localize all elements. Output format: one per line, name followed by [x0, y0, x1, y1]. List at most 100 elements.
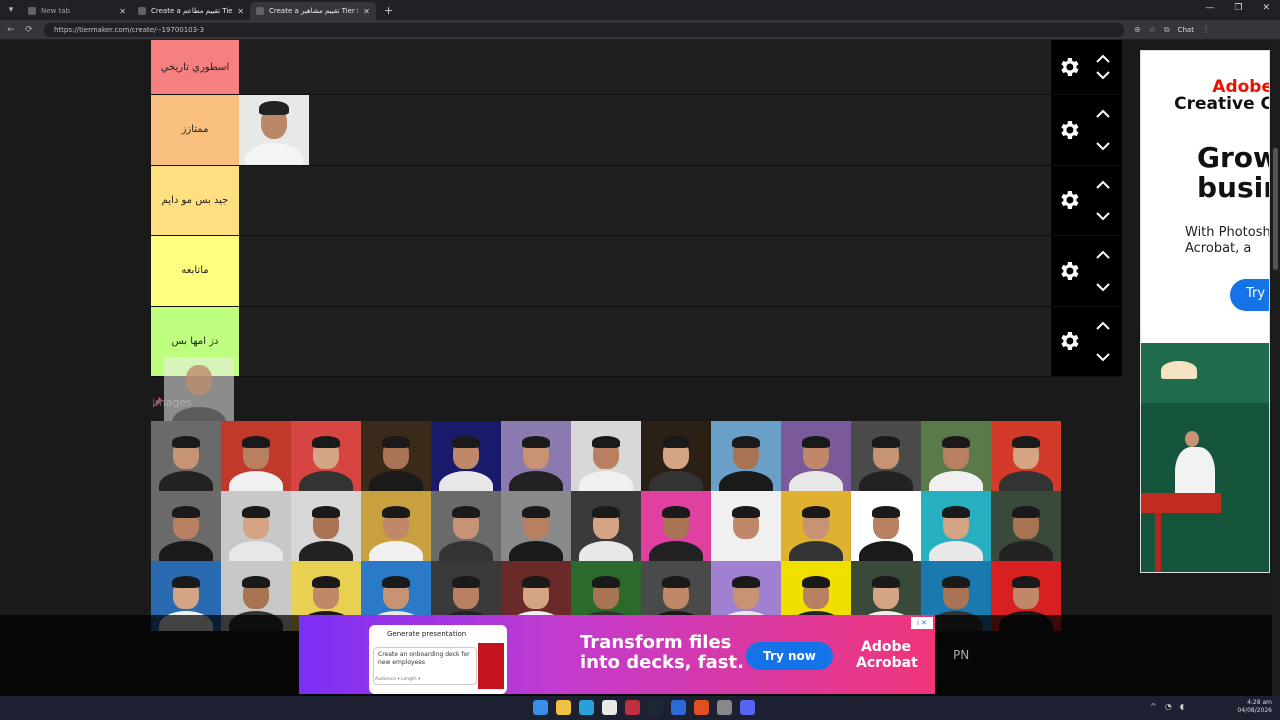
back-icon[interactable]: ← [4, 25, 18, 35]
tier-drop-zone[interactable] [239, 165, 1122, 235]
pool-image[interactable] [711, 421, 781, 491]
pool-image[interactable] [851, 421, 921, 491]
pool-image[interactable] [921, 491, 991, 561]
chevron-up-icon[interactable] [1095, 54, 1111, 64]
tier-row: جيد بس مو دايم [151, 165, 1122, 236]
sidebar-ad[interactable]: Adobe Creative C Grow busin With Photosh… [1140, 50, 1270, 573]
tier-label[interactable]: جيد بس مو دايم [151, 165, 239, 235]
volume-icon[interactable]: ◖ [1180, 702, 1184, 711]
app-icon[interactable] [717, 700, 732, 715]
ad-headline: Transform files into decks, fast. [580, 632, 744, 673]
tier-drop-zone[interactable] [239, 95, 1122, 165]
tier-label[interactable]: اسطوري تاريخي [151, 40, 239, 94]
pool-image[interactable] [641, 421, 711, 491]
ad-card-options: Audience ▾ Length ▾ [375, 677, 421, 682]
app-icon[interactable] [671, 700, 686, 715]
chevron-down-icon[interactable] [1095, 352, 1111, 362]
close-icon[interactable]: ✕ [363, 7, 370, 16]
extensions-icon[interactable]: ⧉ [1164, 25, 1170, 35]
wifi-icon[interactable]: ◔ [1165, 702, 1172, 711]
pool-image[interactable] [291, 421, 361, 491]
tier-item-image[interactable] [239, 95, 309, 165]
tab-search-icon[interactable]: ▾ [0, 0, 22, 20]
gear-icon[interactable] [1057, 259, 1081, 283]
pool-image[interactable] [361, 491, 431, 561]
page-scrollbar[interactable] [1272, 40, 1280, 696]
pool-image[interactable] [991, 421, 1061, 491]
chevron-up-icon[interactable] [1095, 180, 1111, 190]
pool-image[interactable] [641, 491, 711, 561]
tier-drop-zone[interactable] [239, 40, 1122, 94]
adchoices-icon[interactable]: i ✕ [911, 617, 933, 629]
chevron-down-icon[interactable] [1095, 282, 1111, 292]
tier-drop-zone[interactable] [239, 306, 1122, 376]
tab-new-tab[interactable]: New tab ✕ [22, 2, 132, 20]
tier-controls [1051, 306, 1122, 376]
chevron-up-icon[interactable] [1095, 250, 1111, 260]
gear-icon[interactable] [1057, 329, 1081, 353]
tier-label[interactable]: ماتابعه [151, 236, 239, 306]
ad-card-title: Generate presentation [387, 630, 467, 638]
chevron-up-icon[interactable]: ^ [1150, 702, 1157, 711]
tier-list: اسطوري تاريخي ممتازز جيد بس مو دايم ماتابعه… [151, 40, 1122, 377]
file-explorer-icon[interactable] [556, 700, 571, 715]
pool-image[interactable] [431, 491, 501, 561]
chevron-down-icon[interactable] [1095, 211, 1111, 221]
pool-image[interactable] [291, 491, 361, 561]
clock[interactable]: 4:28 am 04/08/2026 [1237, 699, 1272, 715]
chevron-down-icon[interactable] [1095, 70, 1111, 80]
pool-image[interactable] [921, 421, 991, 491]
chat-button[interactable]: Chat [1178, 26, 1194, 34]
pool-image[interactable] [991, 491, 1061, 561]
store-icon[interactable] [602, 700, 617, 715]
pool-image[interactable] [781, 421, 851, 491]
close-icon[interactable]: ✕ [119, 7, 126, 16]
pool-image[interactable] [431, 421, 501, 491]
pool-image[interactable] [221, 491, 291, 561]
menu-icon[interactable]: ⋮ [1202, 25, 1210, 34]
maximize-icon[interactable]: ❐ [1234, 3, 1242, 13]
ad-card: Generate presentation Create an onboardi… [369, 625, 507, 694]
pool-image[interactable] [151, 491, 221, 561]
ad-try-button[interactable]: Try [1230, 279, 1269, 311]
bookmark-icon[interactable]: ☆ [1149, 25, 1156, 34]
zoom-icon[interactable]: ⊕ [1134, 25, 1141, 34]
url-text: https://tiermaker.com/create/--19700103-… [54, 25, 205, 34]
tier-drop-zone[interactable] [239, 236, 1122, 306]
chevron-up-icon[interactable] [1095, 109, 1111, 119]
bottom-ad[interactable]: Generate presentation Create an onboardi… [299, 615, 935, 694]
reload-icon[interactable]: ⟳ [22, 25, 36, 35]
dragged-image[interactable] [164, 357, 234, 427]
gear-icon[interactable] [1057, 188, 1081, 212]
chevron-up-icon[interactable] [1095, 321, 1111, 331]
new-tab-button[interactable]: + [376, 4, 401, 17]
gear-icon[interactable] [1057, 55, 1081, 79]
tab-restaurants-tier-list[interactable]: Create a تقييم مطاعم Tier List - Tie ✕ [132, 2, 250, 20]
pool-image[interactable] [361, 421, 431, 491]
scroll-thumb[interactable] [1273, 148, 1278, 270]
brave-icon[interactable] [694, 700, 709, 715]
pool-image[interactable] [711, 491, 781, 561]
pool-image[interactable] [151, 421, 221, 491]
pool-image[interactable] [501, 491, 571, 561]
pool-image[interactable] [781, 491, 851, 561]
pool-image[interactable] [571, 421, 641, 491]
pool-image[interactable] [851, 491, 921, 561]
ad-try-now-button[interactable]: Try now [746, 642, 833, 670]
pool-image[interactable] [571, 491, 641, 561]
pool-image[interactable] [501, 421, 571, 491]
gear-icon[interactable] [1057, 118, 1081, 142]
tier-label[interactable]: ممتازز [151, 95, 239, 165]
start-icon[interactable] [533, 700, 548, 715]
app-icon[interactable] [625, 700, 640, 715]
pool-image[interactable] [221, 421, 291, 491]
close-window-icon[interactable]: ✕ [1262, 3, 1270, 13]
edge-icon[interactable] [579, 700, 594, 715]
chevron-down-icon[interactable] [1095, 141, 1111, 151]
discord-icon[interactable] [740, 700, 755, 715]
url-field[interactable]: https://tiermaker.com/create/--19700103-… [44, 22, 1124, 37]
close-icon[interactable]: ✕ [237, 7, 244, 16]
minimize-icon[interactable]: — [1205, 3, 1214, 13]
steam-icon[interactable] [648, 700, 663, 715]
tab-celebrities-tier-list[interactable]: Create a تقييم مشاهير Tier List - Ti ✕ [250, 2, 376, 20]
